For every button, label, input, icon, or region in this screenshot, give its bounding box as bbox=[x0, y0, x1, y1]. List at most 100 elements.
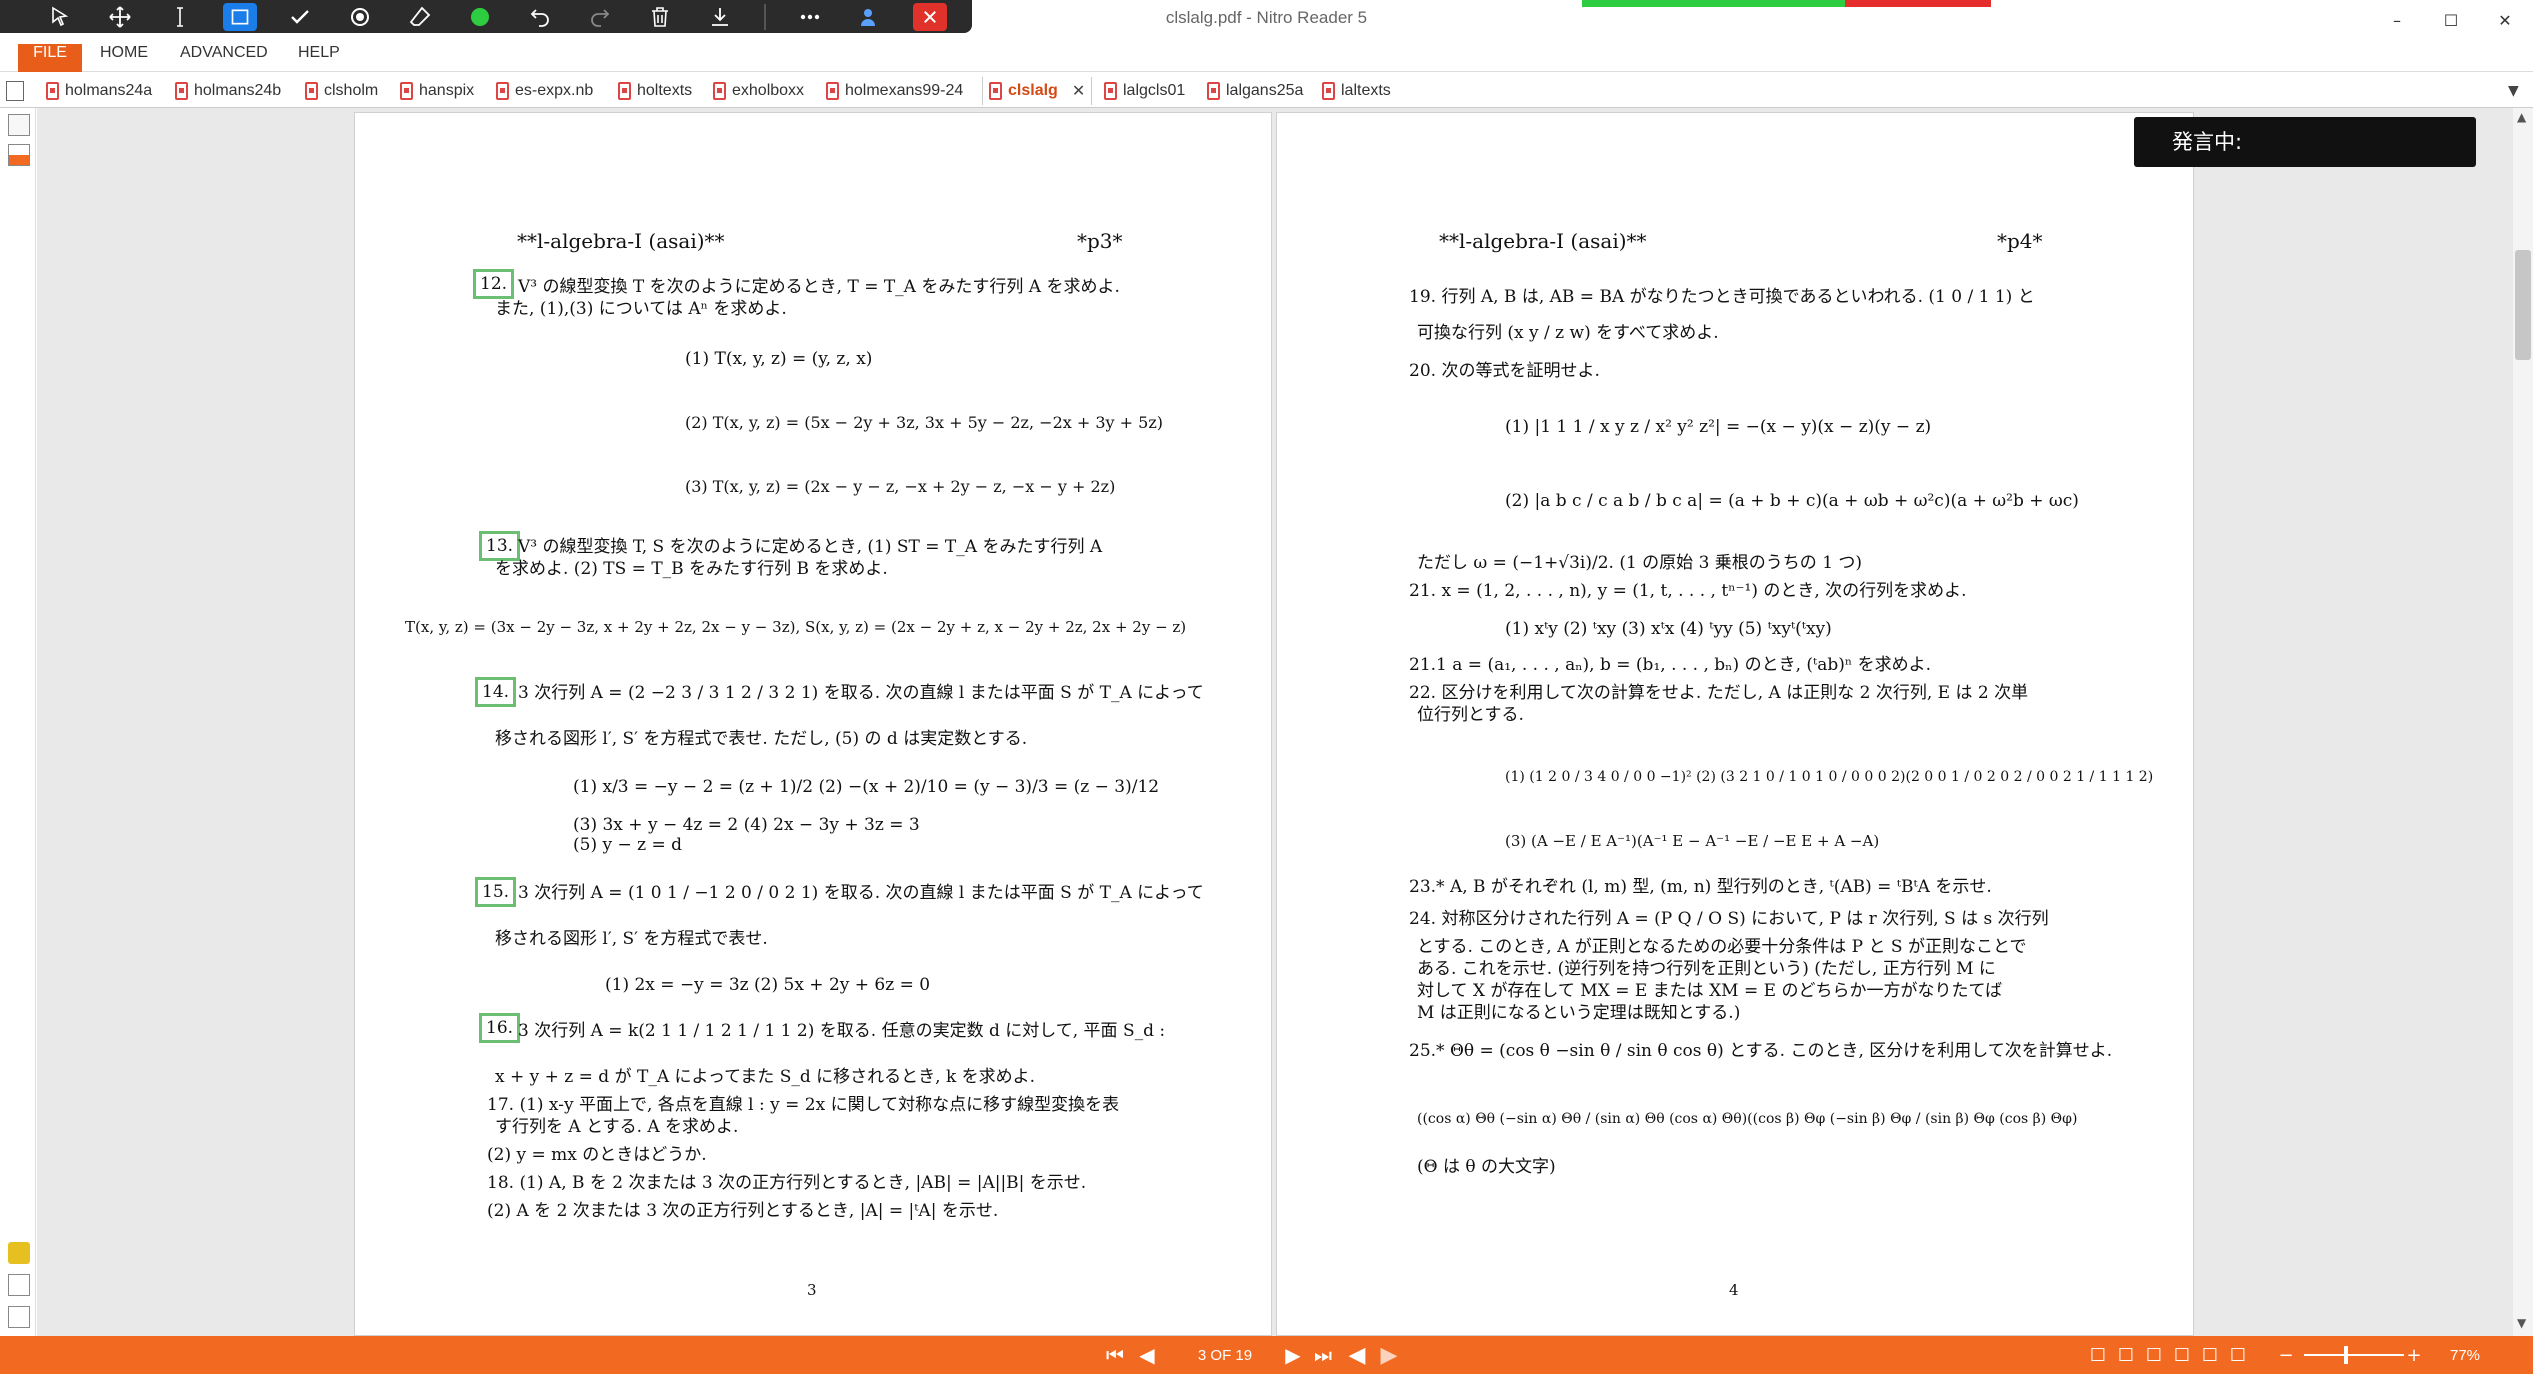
menu-home[interactable]: HOME bbox=[100, 44, 148, 72]
color-picker-icon[interactable] bbox=[450, 0, 510, 33]
rectangle-tool-icon[interactable] bbox=[210, 0, 270, 33]
single-page-view-icon[interactable]: ☐ bbox=[2086, 1336, 2110, 1374]
zoom-slider-handle[interactable] bbox=[2344, 1346, 2348, 1364]
text-line: 20. 次の等式を証明せよ. bbox=[1409, 361, 1600, 381]
redo-icon[interactable] bbox=[570, 0, 630, 33]
tab-holmans24b[interactable]: holmans24b bbox=[175, 77, 281, 105]
zoom-in-button[interactable]: + bbox=[2404, 1336, 2424, 1374]
pan-tool-icon[interactable] bbox=[90, 0, 150, 33]
text-line: ただし ω = (−1+√3i)/2. (1 の原始 3 乗根のうちの 1 つ) bbox=[1417, 553, 1863, 573]
fit-page-icon[interactable]: ☐ bbox=[2198, 1336, 2222, 1374]
equation: T(x, y, z) = (3x − 2y − 3z, x + 2y + 2z,… bbox=[405, 618, 1187, 636]
tab-close-icon[interactable]: ✕ bbox=[1072, 81, 1085, 101]
tab-holmans24a[interactable]: holmans24a bbox=[46, 77, 152, 105]
pointer-tool-icon[interactable] bbox=[30, 0, 90, 33]
menu-help[interactable]: HELP bbox=[298, 44, 340, 72]
equation: (2) |a b c / c a b / b c a| = (a + b + c… bbox=[1505, 491, 2079, 511]
facing-continuous-view-icon[interactable]: ☐ bbox=[2170, 1336, 2194, 1374]
previous-page-icon[interactable]: ◀ bbox=[1132, 1336, 1162, 1374]
tab-lalgans25a[interactable]: lalgans25a bbox=[1207, 77, 1303, 105]
zoom-out-button[interactable]: − bbox=[2276, 1336, 2296, 1374]
equation: (1) T(x, y, z) = (y, z, x) bbox=[685, 349, 873, 369]
text-line: V³ の線型変換 T を次のように定めるとき, T = T_A をみたす行列 A… bbox=[518, 277, 1120, 297]
text-line: ある. これを示せ. (逆行列を持つ行列を正則という) (ただし, 正方行列 M… bbox=[1417, 959, 1996, 979]
tab-laltexts[interactable]: laltexts bbox=[1322, 77, 1391, 105]
text-line: 可換な行列 (x y / z w) をすべて求めよ. bbox=[1417, 323, 1719, 343]
tab-lalgcls01[interactable]: lalgcls01 bbox=[1104, 77, 1185, 105]
text-line: また, (1),(3) については Aⁿ を求めよ. bbox=[495, 299, 787, 319]
page-header-right: *p3* bbox=[1077, 229, 1123, 253]
toolbar-separator bbox=[764, 3, 766, 30]
problem-14-box: 14. bbox=[475, 677, 517, 707]
comments-panel-icon[interactable] bbox=[8, 1242, 30, 1264]
text-line: (2) A を 2 次または 3 次の正方行列とするとき, |A| = |ᵗA|… bbox=[487, 1201, 999, 1221]
pdf-icon bbox=[618, 82, 631, 100]
text-line: 位行列とする. bbox=[1417, 705, 1524, 725]
layers-panel-icon[interactable] bbox=[8, 1306, 30, 1328]
minimize-button[interactable]: – bbox=[2374, 4, 2420, 36]
text-line: 対して X が存在して MX = E または XM = E のどちらか一方がなり… bbox=[1417, 981, 2003, 1001]
text-line: 3 次行列 A = (1 0 1 / −1 2 0 / 0 2 1) を取る. … bbox=[518, 883, 1204, 903]
attachments-panel-icon[interactable] bbox=[8, 1274, 30, 1296]
problem-13-box: 13. bbox=[479, 531, 521, 561]
problem-12-box: 12. bbox=[473, 269, 515, 299]
more-options-icon[interactable] bbox=[780, 0, 840, 33]
undo-icon[interactable] bbox=[510, 0, 570, 33]
next-view-icon[interactable]: ▶ bbox=[1374, 1336, 1404, 1374]
tab-es-expx[interactable]: es-expx.nb bbox=[496, 77, 593, 105]
tab-hanspix[interactable]: hanspix bbox=[400, 77, 474, 105]
text-line: 3 次行列 A = k(2 1 1 / 1 2 1 / 1 1 2) を取る. … bbox=[518, 1021, 1166, 1041]
page-indicator[interactable]: 3 OF 19 bbox=[1180, 1336, 1270, 1374]
menu-file[interactable]: FILE bbox=[18, 44, 82, 72]
menu-advanced[interactable]: ADVANCED bbox=[180, 44, 268, 72]
status-bar: ⏮ ◀ 3 OF 19 ▶ ⏭ ◀ ▶ ☐ ☐ ☐ ☐ ☐ ☐ − + 77% bbox=[0, 1336, 2533, 1374]
first-page-icon[interactable]: ⏮ bbox=[1100, 1336, 1130, 1374]
maximize-button[interactable]: ☐ bbox=[2428, 4, 2474, 36]
tab-clslalg[interactable]: clslalg ✕ bbox=[982, 77, 1093, 105]
close-toolbar-icon[interactable] bbox=[900, 0, 960, 33]
equation: ((cos α) Θθ (−sin α) Θθ / (sin α) Θθ (co… bbox=[1417, 1111, 2078, 1127]
tab-holmexans99-24[interactable]: holmexans99-24 bbox=[826, 77, 963, 105]
tab-list-dropdown-icon[interactable]: ▼ bbox=[2508, 83, 2519, 99]
record-icon[interactable] bbox=[330, 0, 390, 33]
progress-green bbox=[1582, 0, 1845, 7]
last-page-icon[interactable]: ⏭ bbox=[1308, 1336, 1338, 1374]
zoom-level[interactable]: 77% bbox=[2440, 1336, 2490, 1374]
pdf-icon bbox=[1207, 82, 1220, 100]
pdf-icon bbox=[1104, 82, 1117, 100]
download-icon[interactable] bbox=[690, 0, 750, 33]
text-line: とする. このとき, A が正則となるための必要十分条件は P と S が正則な… bbox=[1417, 937, 2027, 957]
equation: (5) y − z = d bbox=[573, 835, 683, 855]
fit-width-icon[interactable]: ☐ bbox=[2226, 1336, 2250, 1374]
text-line: (2) y = mx のときはどうか. bbox=[487, 1145, 707, 1165]
text-cursor-icon[interactable] bbox=[150, 0, 210, 33]
checkmark-icon[interactable] bbox=[270, 0, 330, 33]
equation: (3) 3x + y − 4z = 2 (4) 2x − 3y + 3z = 3 bbox=[573, 815, 920, 835]
facing-view-icon[interactable]: ☐ bbox=[2142, 1336, 2166, 1374]
annotation-toolbar bbox=[0, 0, 972, 33]
eraser-icon[interactable] bbox=[390, 0, 450, 33]
continuous-view-icon[interactable]: ☐ bbox=[2114, 1336, 2138, 1374]
user-settings-icon[interactable] bbox=[840, 0, 900, 33]
bookmarks-panel-icon[interactable] bbox=[8, 144, 30, 166]
next-page-icon[interactable]: ▶ bbox=[1278, 1336, 1308, 1374]
previous-view-icon[interactable]: ◀ bbox=[1342, 1336, 1372, 1374]
text-line: す行列を A とする. A を求めよ. bbox=[495, 1117, 739, 1137]
menu-bar: FILE HOME ADVANCED HELP bbox=[0, 44, 2533, 72]
tab-holtexts[interactable]: holtexts bbox=[618, 77, 692, 105]
tab-clsholm[interactable]: clsholm bbox=[305, 77, 378, 105]
scrollbar-thumb[interactable] bbox=[2515, 250, 2531, 360]
close-window-button[interactable]: ✕ bbox=[2482, 4, 2528, 36]
tab-exholboxx[interactable]: exholboxx bbox=[713, 77, 804, 105]
scroll-up-icon[interactable]: ▲ bbox=[2517, 110, 2526, 124]
scroll-down-icon[interactable]: ▼ bbox=[2517, 1316, 2526, 1330]
zoom-slider-track[interactable] bbox=[2304, 1354, 2404, 1356]
document-list-icon[interactable] bbox=[6, 81, 24, 101]
text-line: 21. x = (1, 2, . . . , n), y = (1, t, . … bbox=[1409, 581, 1967, 601]
page-header-right: *p4* bbox=[1997, 229, 2043, 253]
equation: (1) |1 1 1 / x y z / x² y² z²| = −(x − y… bbox=[1505, 417, 1932, 437]
pages-panel-icon[interactable] bbox=[8, 114, 30, 136]
trash-icon[interactable] bbox=[630, 0, 690, 33]
page-number: 4 bbox=[1729, 1281, 1739, 1299]
equation: (2) T(x, y, z) = (5x − 2y + 3z, 3x + 5y … bbox=[685, 413, 1163, 432]
